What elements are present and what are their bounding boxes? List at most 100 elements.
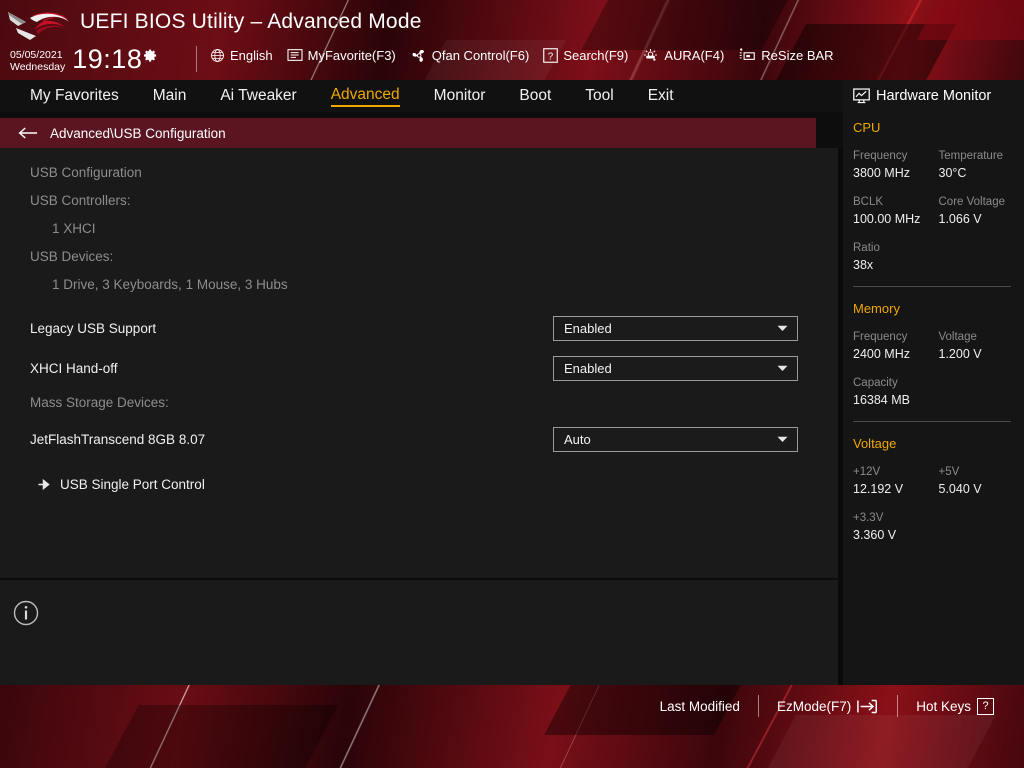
breadcrumb[interactable]: Advanced\USB Configuration <box>0 118 816 148</box>
sidebar-row: Capacity 16384 MB <box>853 375 1024 409</box>
metric-key: +5V <box>938 466 960 478</box>
last-modified-button[interactable]: Last Modified <box>642 699 758 714</box>
tab-ai-tweaker[interactable]: Ai Tweaker <box>220 87 296 106</box>
gear-icon[interactable] <box>143 48 158 63</box>
bottom-decor-shape <box>764 715 996 768</box>
list-icon <box>287 49 303 61</box>
toolbar-item-aura[interactable]: AURA(F4) <box>642 47 724 63</box>
xhci-hand-off-dropdown[interactable]: Enabled <box>553 355 798 381</box>
metric-value: 12.192 V <box>853 482 904 496</box>
submenu-usb-single-port-control[interactable]: USB Single Port Control <box>30 469 818 499</box>
last-modified-label: Last Modified <box>659 698 740 714</box>
hot-keys-button[interactable]: Hot Keys ? <box>898 697 1012 715</box>
setting-row-legacy-usb-support[interactable]: Legacy USB Support Enabled <box>30 308 818 348</box>
setting-row-jetflash-device[interactable]: JetFlashTranscend 8GB 8.07 Auto <box>30 419 818 459</box>
info-icon[interactable] <box>13 600 39 626</box>
chevron-down-icon <box>777 436 788 442</box>
toolbar-item-language[interactable]: English <box>210 48 273 63</box>
bottom-decor-shape <box>101 705 339 768</box>
sidebar-rule <box>853 421 1011 422</box>
metric-core-voltage: Core Voltage 1.066 V <box>939 194 1024 228</box>
page-heading: USB Configuration <box>30 164 142 180</box>
ezmode-button[interactable]: EzMode(F7) <box>759 699 897 714</box>
hot-keys-key-badge: ? <box>977 697 994 715</box>
metric-value: 5.040 V <box>938 482 982 496</box>
tab-my-favorites[interactable]: My Favorites <box>30 87 119 106</box>
setting-row-xhci-hand-off[interactable]: XHCI Hand-off Enabled <box>30 348 818 388</box>
back-arrow-icon[interactable] <box>18 126 38 140</box>
chevron-down-icon <box>777 365 788 371</box>
content-heading-row: USB Configuration <box>30 158 818 186</box>
resize-bar-icon <box>740 48 756 60</box>
chevron-down-icon <box>777 325 788 331</box>
metric-key: Capacity <box>853 377 898 389</box>
info-label: USB Controllers: <box>30 192 131 208</box>
info-row: USB Devices: <box>30 242 818 270</box>
metric-value: 3800 MHz <box>853 166 910 180</box>
metric-value: 30°C <box>938 166 967 180</box>
metric-value: 1.066 V <box>938 212 982 226</box>
metric-value: 100.00 MHz <box>853 212 921 226</box>
tab-main[interactable]: Main <box>153 87 187 106</box>
hardware-monitor-title-text: Hardware Monitor <box>876 88 992 104</box>
bottom-bar: Last Modified EzMode(F7) Hot Keys ? Vers… <box>0 685 1024 768</box>
sidebar-rule <box>853 286 1011 287</box>
sidebar-row: BCLK 100.00 MHz Core Voltage 1.066 V <box>853 194 1024 228</box>
toolbar-item-search[interactable]: ? Search(F9) <box>543 48 628 63</box>
metric-value: 1.200 V <box>938 347 982 361</box>
mass-storage-header-row: Mass Storage Devices: <box>30 388 818 416</box>
info-label: 1 Drive, 3 Keyboards, 1 Mouse, 3 Hubs <box>52 276 288 292</box>
info-row: 1 Drive, 3 Keyboards, 1 Mouse, 3 Hubs <box>30 270 818 298</box>
header-decor-shape <box>916 0 1024 40</box>
metric-memory-frequency: Frequency 2400 MHz <box>853 329 939 363</box>
info-row: 1 XHCI <box>30 214 818 242</box>
sidebar-section-voltage: Voltage <box>853 436 897 451</box>
submenu-label: USB Single Port Control <box>60 476 205 492</box>
metric-value: 16384 MB <box>853 393 910 407</box>
jetflash-device-dropdown[interactable]: Auto <box>553 426 798 452</box>
metric-key: Temperature <box>938 150 1004 162</box>
right-arrow-icon <box>38 478 50 490</box>
settings-panel: USB Configuration USB Controllers: 1 XHC… <box>0 148 838 728</box>
date-block: 05/05/2021 Wednesday <box>10 46 65 73</box>
metric-key: Voltage <box>938 331 977 343</box>
toolbar-item-myfavorite[interactable]: MyFavorite(F3) <box>287 48 396 63</box>
app-title: UEFI BIOS Utility – Advanced Mode <box>80 10 422 33</box>
header-bar: UEFI BIOS Utility – Advanced Mode 05/05/… <box>0 0 1024 80</box>
sidebar-section-cpu: CPU <box>853 120 881 135</box>
header-separator <box>196 46 197 72</box>
fan-icon <box>412 49 424 62</box>
tab-advanced[interactable]: Advanced <box>330 86 400 107</box>
time-text: 19:18 <box>72 44 143 74</box>
metric-key: Frequency <box>853 150 908 162</box>
weekday-text: Wednesday <box>10 61 66 73</box>
sidebar-section-memory: Memory <box>853 301 900 316</box>
tab-tool[interactable]: Tool <box>585 87 613 106</box>
metric-value: 3.360 V <box>853 528 897 542</box>
tab-boot[interactable]: Boot <box>519 87 551 106</box>
toolbar-item-resize-bar[interactable]: ReSize BAR <box>738 47 834 63</box>
setting-label: JetFlashTranscend 8GB 8.07 <box>30 431 206 447</box>
info-row: USB Controllers: <box>30 186 818 214</box>
toolbar-item-qfan-control[interactable]: Qfan Control(F6) <box>410 47 530 63</box>
rog-logo <box>8 12 69 40</box>
metric-value: 2400 MHz <box>853 347 910 361</box>
toolbar-label: Qfan Control(F6) <box>431 47 530 63</box>
legacy-usb-support-dropdown[interactable]: Enabled <box>553 315 798 341</box>
hardware-monitor-title: Hardware Monitor <box>853 88 1024 104</box>
info-label: 1 XHCI <box>52 220 96 236</box>
svg-text:?: ? <box>548 51 554 62</box>
metric-12v: +12V 12.192 V <box>853 464 939 498</box>
metric-ratio: Ratio 38x <box>853 240 939 274</box>
metric-memory-capacity: Capacity 16384 MB <box>853 375 939 409</box>
tab-exit[interactable]: Exit <box>648 87 674 106</box>
aura-light-icon <box>644 48 658 61</box>
question-box-icon: ? <box>543 47 559 63</box>
metric-key: Core Voltage <box>938 196 1006 208</box>
bottom-actions: Last Modified EzMode(F7) Hot Keys ? <box>642 695 1012 717</box>
sidebar-row: Frequency 3800 MHz Temperature 30°C <box>853 148 1024 182</box>
metric-bclk: BCLK 100.00 MHz <box>853 194 939 228</box>
tab-monitor[interactable]: Monitor <box>434 87 486 106</box>
sidebar-row: Frequency 2400 MHz Voltage 1.200 V <box>853 329 1024 363</box>
metric-key: BCLK <box>853 196 884 208</box>
